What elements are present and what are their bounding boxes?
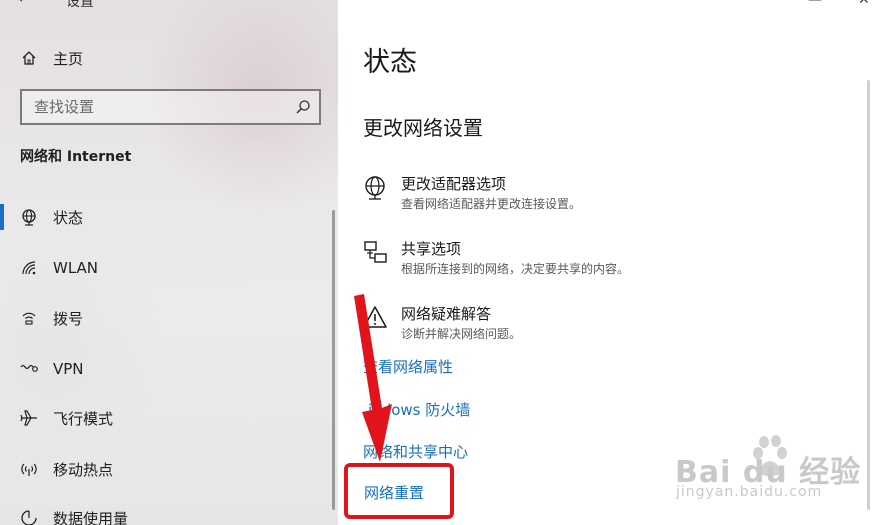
hotspot-icon xyxy=(20,460,38,478)
sidebar-item-status[interactable]: 状态 xyxy=(0,197,338,237)
adapter-icon xyxy=(363,175,387,200)
option-description: 根据所连接到的网络，决定要共享的内容。 xyxy=(401,262,630,276)
option-troubleshoot[interactable]: 网络疑难解答 诊断并解决网络问题。 xyxy=(363,303,843,347)
sidebar-item-label: 拨号 xyxy=(53,309,84,328)
wifi-icon xyxy=(20,259,38,277)
sidebar-item-label: 飞行模式 xyxy=(53,409,114,428)
minimize-button[interactable]: — xyxy=(808,0,822,8)
section-subtitle: 更改网络设置 xyxy=(363,116,483,140)
option-title: 网络疑难解答 xyxy=(401,305,492,323)
sidebar-item-wlan[interactable]: WLAN xyxy=(0,248,338,288)
sharing-icon xyxy=(363,240,387,264)
sidebar-item-home[interactable]: 主页 xyxy=(0,38,338,78)
section-title: 网络和 Internet xyxy=(20,149,132,165)
watermark-url: jingyan.baidu.com xyxy=(676,484,823,500)
option-sharing[interactable]: 共享选项 根据所连接到的网络，决定要共享的内容。 xyxy=(363,238,843,282)
option-description: 诊断并解决网络问题。 xyxy=(401,327,522,341)
search-input[interactable] xyxy=(22,91,319,123)
sidebar-item-label: 数据使用量 xyxy=(53,509,129,525)
sidebar-item-label: WLAN xyxy=(53,259,99,277)
option-title: 共享选项 xyxy=(401,240,462,258)
dialup-icon xyxy=(20,309,38,327)
option-title: 更改适配器选项 xyxy=(401,175,507,193)
home-icon xyxy=(20,49,38,67)
sidebar-item-label: 主页 xyxy=(53,49,84,68)
option-adapter[interactable]: 更改适配器选项 查看网络适配器并更改连接设置。 xyxy=(363,173,843,217)
sidebar-item-hotspot[interactable]: 移动热点 xyxy=(0,449,338,489)
window-title: 设置 xyxy=(66,0,94,10)
airplane-icon xyxy=(20,409,38,427)
search-field[interactable] xyxy=(20,89,321,125)
vpn-icon xyxy=(20,360,38,378)
red-arrow-annotation xyxy=(354,294,392,462)
back-button[interactable]: ← xyxy=(18,0,30,7)
sidebar-item-label: 状态 xyxy=(53,208,84,227)
page-title: 状态 xyxy=(363,47,417,78)
sidebar-item-vpn[interactable]: VPN xyxy=(0,349,338,389)
option-description: 查看网络适配器并更改连接设置。 xyxy=(401,197,582,211)
globe-icon xyxy=(20,208,38,226)
search-icon[interactable] xyxy=(295,99,311,115)
sidebar-item-dialup[interactable]: 拨号 xyxy=(0,298,338,338)
sidebar-item-label: 移动热点 xyxy=(53,460,114,479)
close-button[interactable]: ✕ xyxy=(858,0,870,8)
sidebar-scrollbar[interactable] xyxy=(332,210,335,510)
sidebar-item-airplane[interactable]: 飞行模式 xyxy=(0,398,338,438)
sidebar: ← 设置 主页 网络和 Internet 状态 WLAN 拨号 xyxy=(0,0,338,525)
sidebar-item-data-usage[interactable]: 数据使用量 xyxy=(0,498,338,525)
content-scrollbar[interactable] xyxy=(867,80,870,510)
highlight-annotation xyxy=(344,463,454,519)
sidebar-item-label: VPN xyxy=(53,360,84,378)
data-usage-icon xyxy=(20,509,38,525)
